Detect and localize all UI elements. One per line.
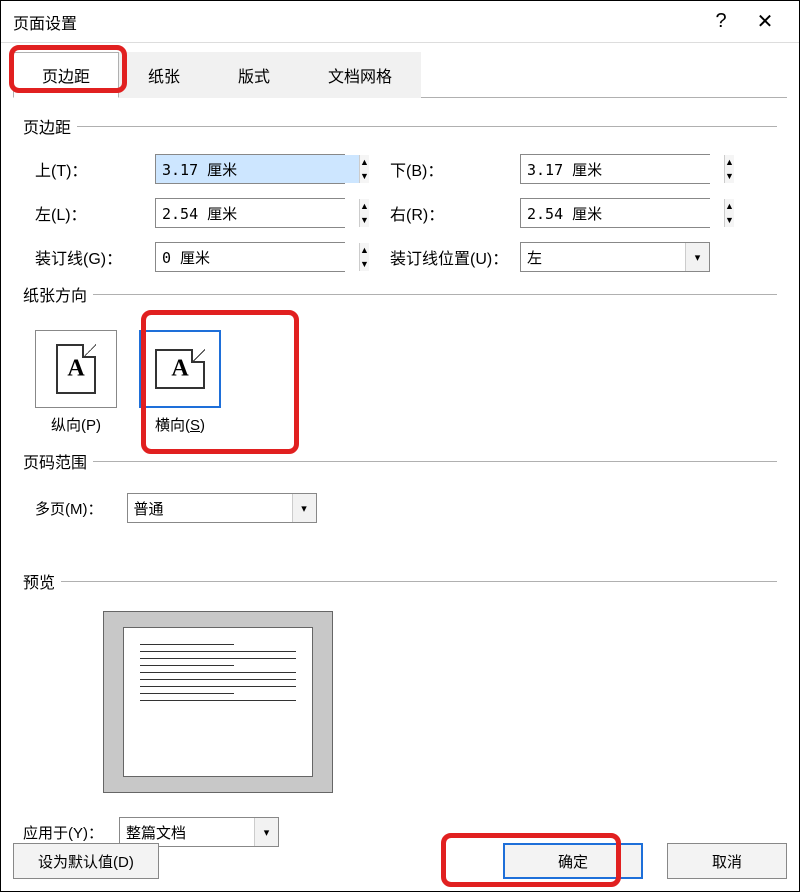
- multipage-select[interactable]: 普通 ▾: [127, 493, 317, 523]
- top-label: 上(T)：: [35, 157, 155, 181]
- margins-group: 页边距 上(T)： ▲▼ 下(B)： ▲▼ 左(L)： ▲▼: [23, 114, 777, 276]
- spin-up-icon[interactable]: ▲: [725, 199, 734, 213]
- right-margin-input[interactable]: [521, 199, 724, 227]
- dialog-button-row: 设为默认值(D) 确定 取消: [13, 843, 787, 879]
- pages-legend: 页码范围: [23, 449, 93, 473]
- orientation-landscape[interactable]: 横向(S): [139, 330, 221, 435]
- left-label: 左(L)：: [35, 201, 155, 225]
- orientation-portrait[interactable]: 纵向(P): [35, 330, 117, 435]
- bottom-margin-input[interactable]: [521, 155, 724, 183]
- gutter-label: 装订线(G)：: [35, 245, 155, 269]
- help-button[interactable]: ?: [699, 1, 743, 43]
- gutter-input[interactable]: [156, 243, 359, 271]
- spin-down-icon[interactable]: ▼: [725, 213, 734, 227]
- spin-down-icon[interactable]: ▼: [360, 257, 369, 271]
- preview-page-icon: [123, 627, 313, 777]
- top-margin-input[interactable]: [156, 155, 359, 183]
- preview-legend: 预览: [23, 569, 61, 593]
- pages-group: 页码范围 多页(M)： 普通 ▾: [23, 449, 777, 563]
- spin-up-icon[interactable]: ▲: [360, 199, 369, 213]
- tab-paper[interactable]: 纸张: [119, 52, 209, 98]
- multipage-value: 普通: [128, 498, 292, 519]
- preview-canvas: [103, 611, 333, 793]
- apply-to-label: 应用于(Y)：: [23, 822, 103, 843]
- top-margin-spinner[interactable]: ▲▼: [155, 154, 345, 184]
- portrait-icon: [56, 344, 96, 394]
- tab-margins[interactable]: 页边距: [13, 52, 119, 98]
- right-margin-spinner[interactable]: ▲▼: [520, 198, 710, 228]
- chevron-down-icon[interactable]: ▾: [292, 494, 316, 522]
- dialog-title: 页面设置: [13, 10, 699, 34]
- page-setup-dialog: 页面设置 ? ✕ 页边距 纸张 版式 文档网格 页边距 上(T)： ▲▼ 下(B…: [0, 0, 800, 892]
- set-default-button[interactable]: 设为默认值(D): [13, 843, 159, 879]
- orientation-group: 纸张方向 纵向(P) 横向(S): [23, 282, 777, 443]
- gutter-spinner[interactable]: ▲▼: [155, 242, 345, 272]
- left-margin-spinner[interactable]: ▲▼: [155, 198, 345, 228]
- ok-button[interactable]: 确定: [503, 843, 643, 879]
- spin-up-icon[interactable]: ▲: [360, 243, 369, 257]
- spin-up-icon[interactable]: ▲: [725, 155, 734, 169]
- chevron-down-icon[interactable]: ▾: [254, 818, 278, 846]
- cancel-button[interactable]: 取消: [667, 843, 787, 879]
- close-button[interactable]: ✕: [743, 1, 787, 43]
- chevron-down-icon[interactable]: ▾: [685, 243, 709, 271]
- portrait-label: 纵向(P): [51, 414, 101, 435]
- spin-down-icon[interactable]: ▼: [725, 169, 734, 183]
- tab-docgrid[interactable]: 文档网格: [299, 52, 421, 98]
- bottom-margin-spinner[interactable]: ▲▼: [520, 154, 710, 184]
- multipage-label: 多页(M)：: [35, 498, 103, 519]
- titlebar: 页面设置 ? ✕: [1, 1, 799, 43]
- orientation-legend: 纸张方向: [23, 282, 93, 306]
- right-label: 右(R)：: [390, 201, 520, 225]
- dialog-body: 页边距 上(T)： ▲▼ 下(B)： ▲▼ 左(L)： ▲▼: [1, 98, 799, 869]
- landscape-icon: [155, 349, 205, 389]
- preview-group: 预览 应用于(Y)： 整篇文档 ▾: [23, 569, 777, 859]
- tab-layout[interactable]: 版式: [209, 52, 299, 98]
- apply-to-value: 整篇文档: [120, 822, 254, 843]
- gutter-pos-select[interactable]: 左 ▾: [520, 242, 710, 272]
- landscape-label: 横向(S): [155, 414, 205, 435]
- left-margin-input[interactable]: [156, 199, 359, 227]
- spin-up-icon[interactable]: ▲: [360, 155, 369, 169]
- bottom-label: 下(B)：: [390, 157, 520, 181]
- gutter-pos-label: 装订线位置(U)：: [390, 245, 520, 269]
- gutter-pos-value: 左: [521, 247, 685, 268]
- tab-strip: 页边距 纸张 版式 文档网格: [1, 43, 799, 97]
- margins-legend: 页边距: [23, 114, 77, 138]
- spin-down-icon[interactable]: ▼: [360, 213, 369, 227]
- spin-down-icon[interactable]: ▼: [360, 169, 369, 183]
